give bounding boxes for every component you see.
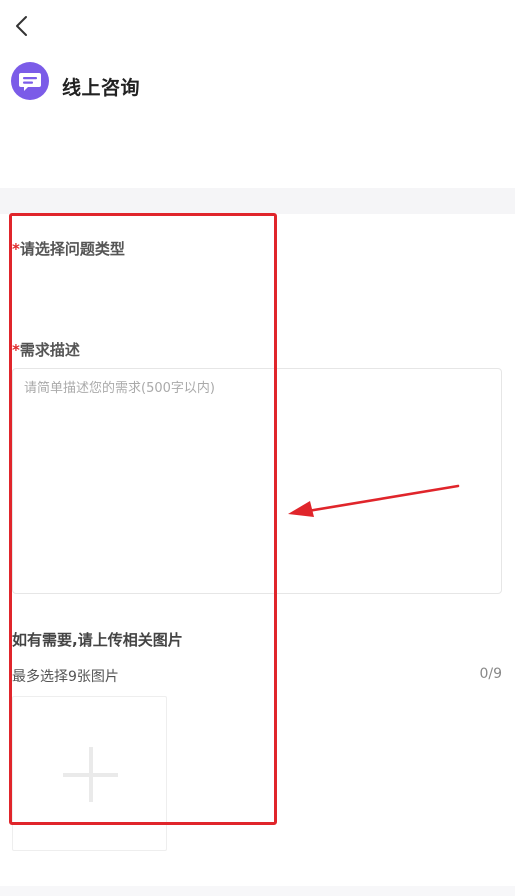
section-divider xyxy=(0,188,515,214)
bottom-bar xyxy=(0,886,515,896)
description-label-text: 需求描述 xyxy=(19,341,80,359)
required-mark: * xyxy=(12,240,20,258)
chevron-left-icon xyxy=(16,16,27,36)
question-type-selector[interactable] xyxy=(12,262,502,322)
upload-count: 0/9 xyxy=(479,666,502,682)
add-image-button[interactable] xyxy=(12,696,167,851)
question-type-label: *请选择问题类型 xyxy=(12,238,125,259)
app-icon xyxy=(11,62,49,100)
message-icon xyxy=(11,62,49,100)
back-button[interactable] xyxy=(6,8,40,44)
required-mark: * xyxy=(12,341,20,359)
description-textarea[interactable] xyxy=(12,368,502,594)
question-type-label-text: 请选择问题类型 xyxy=(19,240,125,258)
upload-title: 如有需要,请上传相关图片 xyxy=(12,631,183,649)
upload-hint: 最多选择9张图片 xyxy=(12,669,119,685)
page-title: 线上咨询 xyxy=(62,77,141,99)
description-label: *需求描述 xyxy=(12,339,80,360)
